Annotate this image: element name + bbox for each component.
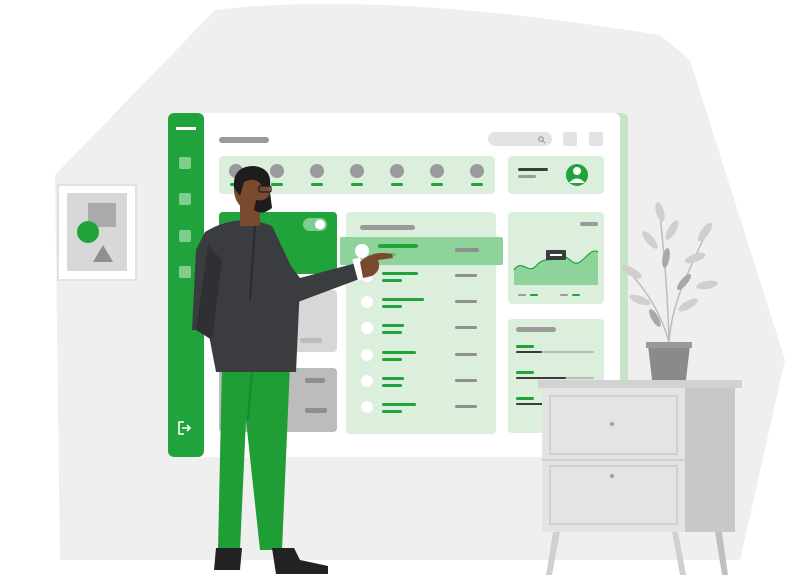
avatar[interactable] <box>270 164 284 178</box>
avatar[interactable] <box>430 164 444 178</box>
dashboard-illustration <box>55 3 785 575</box>
user-avatar-icon[interactable] <box>566 164 588 186</box>
avatar[interactable] <box>470 164 484 178</box>
avatar[interactable] <box>350 164 364 178</box>
sidebar-item-1[interactable] <box>179 157 191 169</box>
sidebar-item-4[interactable] <box>179 266 191 278</box>
wall-picture <box>57 184 137 281</box>
search-input[interactable] <box>488 132 552 146</box>
page-title <box>219 137 269 143</box>
avatar[interactable] <box>390 164 404 178</box>
notification-button[interactable] <box>563 132 577 146</box>
list-title <box>360 225 415 230</box>
sidebar-item-3[interactable] <box>179 230 191 242</box>
avatar[interactable] <box>310 164 324 178</box>
settings-button[interactable] <box>589 132 603 146</box>
menu-icon[interactable] <box>176 127 196 130</box>
sidebar-item-2[interactable] <box>179 193 191 205</box>
